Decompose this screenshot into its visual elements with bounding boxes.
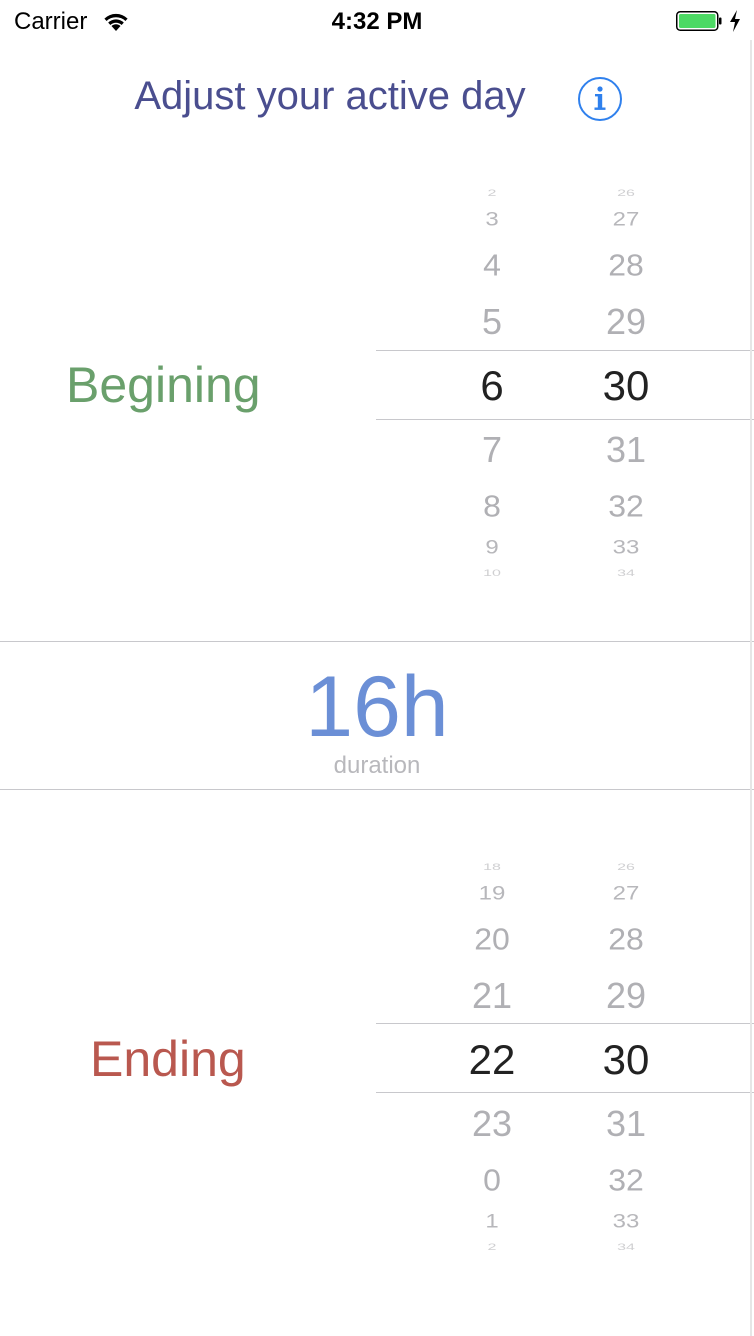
- minute-option[interactable]: 34: [576, 569, 676, 579]
- hour-option[interactable]: 10: [442, 569, 542, 579]
- duration-caption: duration: [333, 752, 421, 779]
- hour-option[interactable]: 21: [442, 978, 542, 1014]
- selected-minute-option[interactable]: 30: [576, 1039, 676, 1081]
- hour-option[interactable]: 3: [442, 210, 542, 229]
- duration-value: 16h: [305, 659, 449, 755]
- selected-hour-option[interactable]: 22: [442, 1039, 542, 1081]
- minute-option[interactable]: 33: [576, 1212, 676, 1231]
- selected-hour-option[interactable]: 6: [442, 365, 542, 407]
- minute-option[interactable]: 27: [576, 210, 676, 229]
- hour-option[interactable]: 9: [442, 538, 542, 557]
- selection-line-top: [376, 1023, 754, 1024]
- page-title: Adjust your active day: [134, 74, 526, 118]
- divider-top: [0, 641, 754, 642]
- hour-option[interactable]: 19: [442, 884, 542, 903]
- minute-option[interactable]: 29: [576, 978, 676, 1014]
- hour-option[interactable]: 18: [442, 863, 542, 873]
- hour-option[interactable]: 5: [442, 304, 542, 340]
- status-bar: Carrier 4:32 PM: [0, 0, 754, 44]
- info-icon: [594, 86, 606, 110]
- minute-option[interactable]: 28: [576, 250, 676, 280]
- divider-bottom: [0, 789, 754, 790]
- selection-line-top: [376, 350, 754, 351]
- minute-option[interactable]: 27: [576, 884, 676, 903]
- minute-option[interactable]: 33: [576, 538, 676, 557]
- minute-option[interactable]: 32: [576, 1165, 676, 1195]
- clock-time: 4:32 PM: [331, 8, 423, 35]
- ending-time-picker[interactable]: 18 19 20 21 22 23 0 1 2 26 27 28 29 30 31 32 33 34: [376, 850, 754, 1264]
- minute-option[interactable]: 32: [576, 491, 676, 521]
- hour-option[interactable]: 1: [442, 1212, 542, 1231]
- minute-option[interactable]: 29: [576, 304, 676, 340]
- hour-option[interactable]: 7: [442, 432, 542, 468]
- bolt-icon: [730, 10, 740, 32]
- hour-option[interactable]: 20: [442, 924, 542, 954]
- minute-option[interactable]: 28: [576, 924, 676, 954]
- minute-option[interactable]: 31: [576, 1106, 676, 1142]
- beginning-time-picker[interactable]: 2 3 4 5 6 7 8 9 10 26 27 28 29 30 31 32 33 34: [376, 176, 754, 590]
- hour-option[interactable]: 2: [442, 189, 542, 199]
- minute-option[interactable]: 26: [576, 189, 676, 199]
- screen-edge: [750, 40, 752, 1336]
- hour-option[interactable]: 23: [442, 1106, 542, 1142]
- selection-line-bottom: [376, 419, 754, 420]
- hour-option[interactable]: 0: [442, 1165, 542, 1195]
- beginning-label: Begining: [66, 357, 261, 413]
- minute-option[interactable]: 31: [576, 432, 676, 468]
- minute-option[interactable]: 34: [576, 1243, 676, 1253]
- hour-option[interactable]: 4: [442, 250, 542, 280]
- hour-option[interactable]: 2: [442, 1243, 542, 1253]
- hour-option[interactable]: 8: [442, 491, 542, 521]
- battery-icon: [676, 11, 722, 31]
- info-button[interactable]: [578, 77, 622, 121]
- minute-option[interactable]: 26: [576, 863, 676, 873]
- selected-minute-option[interactable]: 30: [576, 365, 676, 407]
- selection-line-bottom: [376, 1092, 754, 1093]
- ending-label: Ending: [90, 1031, 246, 1087]
